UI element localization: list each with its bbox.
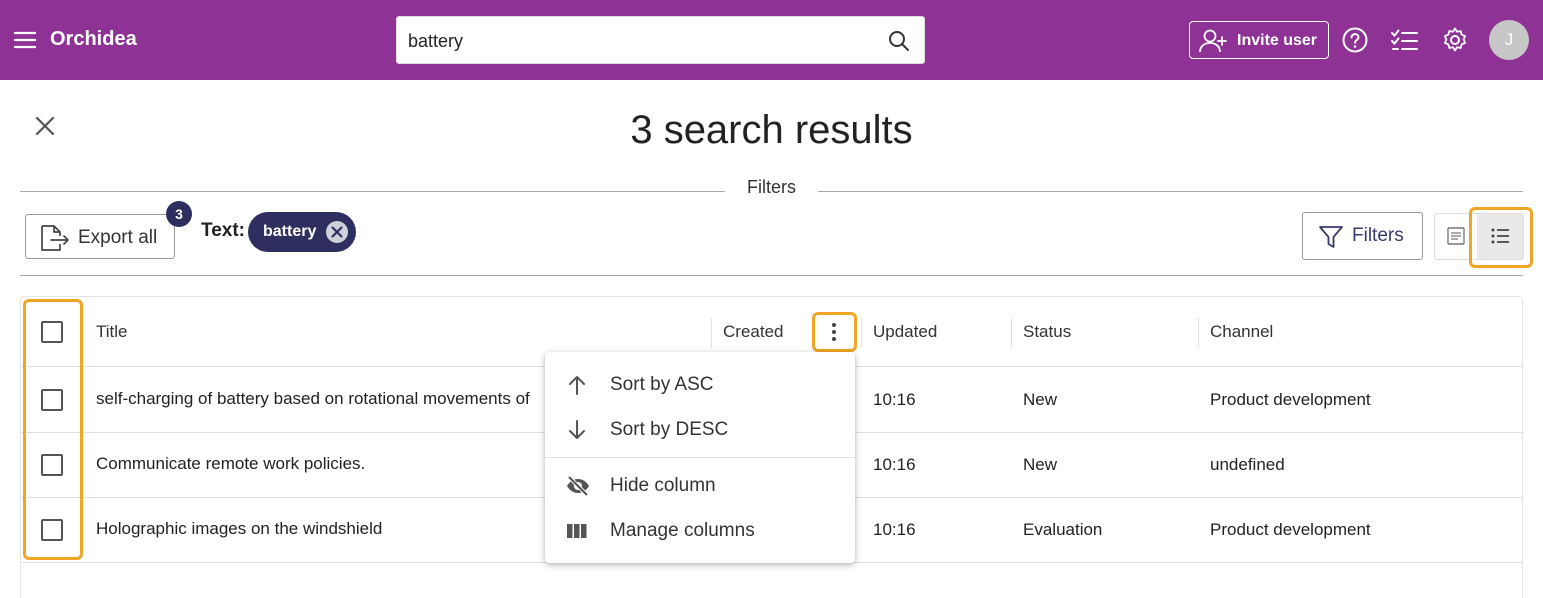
invite-user-label: Invite user: [1237, 32, 1318, 49]
column-separator: [1011, 318, 1012, 348]
add-user-icon: [1199, 29, 1227, 53]
invite-user-button[interactable]: Invite user: [1189, 21, 1329, 59]
eye-off-icon: [567, 475, 589, 497]
row-checkbox[interactable]: [41, 389, 63, 411]
column-separator: [861, 318, 862, 348]
table-row-title[interactable]: Holographic images on the windshield: [96, 519, 548, 539]
card-view-icon[interactable]: [1435, 214, 1477, 259]
toolbar-divider: [20, 275, 1523, 276]
gear-icon[interactable]: [1441, 27, 1469, 55]
list-view-icon[interactable]: [1477, 214, 1523, 259]
filters-button-label: Filters: [1352, 225, 1404, 246]
help-icon[interactable]: [1341, 27, 1369, 55]
columns-icon: [567, 524, 587, 538]
row-checkbox[interactable]: [41, 454, 63, 476]
export-all-button[interactable]: Export all: [25, 214, 175, 259]
manage-columns-menu-item[interactable]: Manage columns: [545, 509, 855, 553]
arrow-down-icon: [569, 420, 585, 439]
table-row-channel: undefined: [1210, 455, 1285, 474]
column-separator: [1198, 318, 1199, 348]
table-row-updated: 10:16: [873, 455, 916, 474]
manage-columns-label: Manage columns: [610, 520, 755, 541]
text-filter-label: Text:: [201, 220, 245, 241]
top-bar: Orchidea Invite user J: [0, 0, 1543, 80]
column-header-created[interactable]: Created: [723, 322, 783, 342]
column-menu-icon[interactable]: [816, 316, 854, 348]
sort-asc-menu-item[interactable]: Sort by ASC: [545, 363, 855, 407]
column-header-status[interactable]: Status: [1023, 322, 1071, 342]
hide-column-label: Hide column: [610, 475, 716, 496]
column-header-channel[interactable]: Channel: [1210, 322, 1273, 342]
search-icon[interactable]: [888, 30, 910, 52]
export-count-badge: 3: [166, 201, 192, 227]
column-separator: [711, 318, 712, 348]
table-row-title[interactable]: self-charging of battery based on rotati…: [96, 389, 548, 409]
sort-desc-label: Sort by DESC: [610, 419, 729, 440]
table-row-title[interactable]: Communicate remote work policies.: [96, 454, 548, 474]
table-row-status: New: [1023, 390, 1058, 409]
table-row-updated: 10:16: [873, 390, 916, 409]
column-header-title[interactable]: Title: [96, 322, 128, 342]
column-header-updated[interactable]: Updated: [873, 322, 937, 342]
row-checkbox[interactable]: [41, 519, 63, 541]
export-icon: [41, 225, 69, 251]
filters-divider-left: [20, 191, 725, 192]
table-row-status: Evaluation: [1023, 520, 1103, 539]
sort-desc-menu-item[interactable]: Sort by DESC: [545, 408, 855, 452]
menu-icon[interactable]: [13, 28, 37, 52]
search-input[interactable]: [408, 29, 868, 53]
filters-label: Filters: [747, 177, 796, 197]
app-title[interactable]: Orchidea: [50, 28, 137, 51]
sort-asc-label: Sort by ASC: [610, 374, 714, 395]
remove-chip-icon[interactable]: [325, 220, 349, 244]
hide-column-menu-item[interactable]: Hide column: [545, 464, 855, 508]
table-row-channel: Product development: [1210, 390, 1371, 409]
filters-divider-right: [818, 191, 1523, 192]
export-all-label: Export all: [78, 227, 158, 248]
select-all-checkbox[interactable]: [41, 321, 63, 343]
tasks-icon[interactable]: [1391, 27, 1419, 55]
search-term-chip: battery: [248, 212, 356, 252]
table-row-channel: Product development: [1210, 520, 1371, 539]
table-row-status: New: [1023, 455, 1058, 474]
table-row-updated: 10:16: [873, 520, 916, 539]
search-box: [396, 16, 925, 64]
menu-divider: [545, 457, 855, 458]
arrow-up-icon: [569, 376, 585, 395]
page-title: 3 search results: [630, 108, 913, 152]
filters-button[interactable]: Filters: [1302, 212, 1423, 260]
column-context-menu: Sort by ASC Sort by DESC Hide column Man…: [545, 352, 855, 563]
chip-label: battery: [263, 223, 317, 240]
filter-icon: [1319, 226, 1343, 248]
avatar[interactable]: J: [1489, 20, 1529, 60]
